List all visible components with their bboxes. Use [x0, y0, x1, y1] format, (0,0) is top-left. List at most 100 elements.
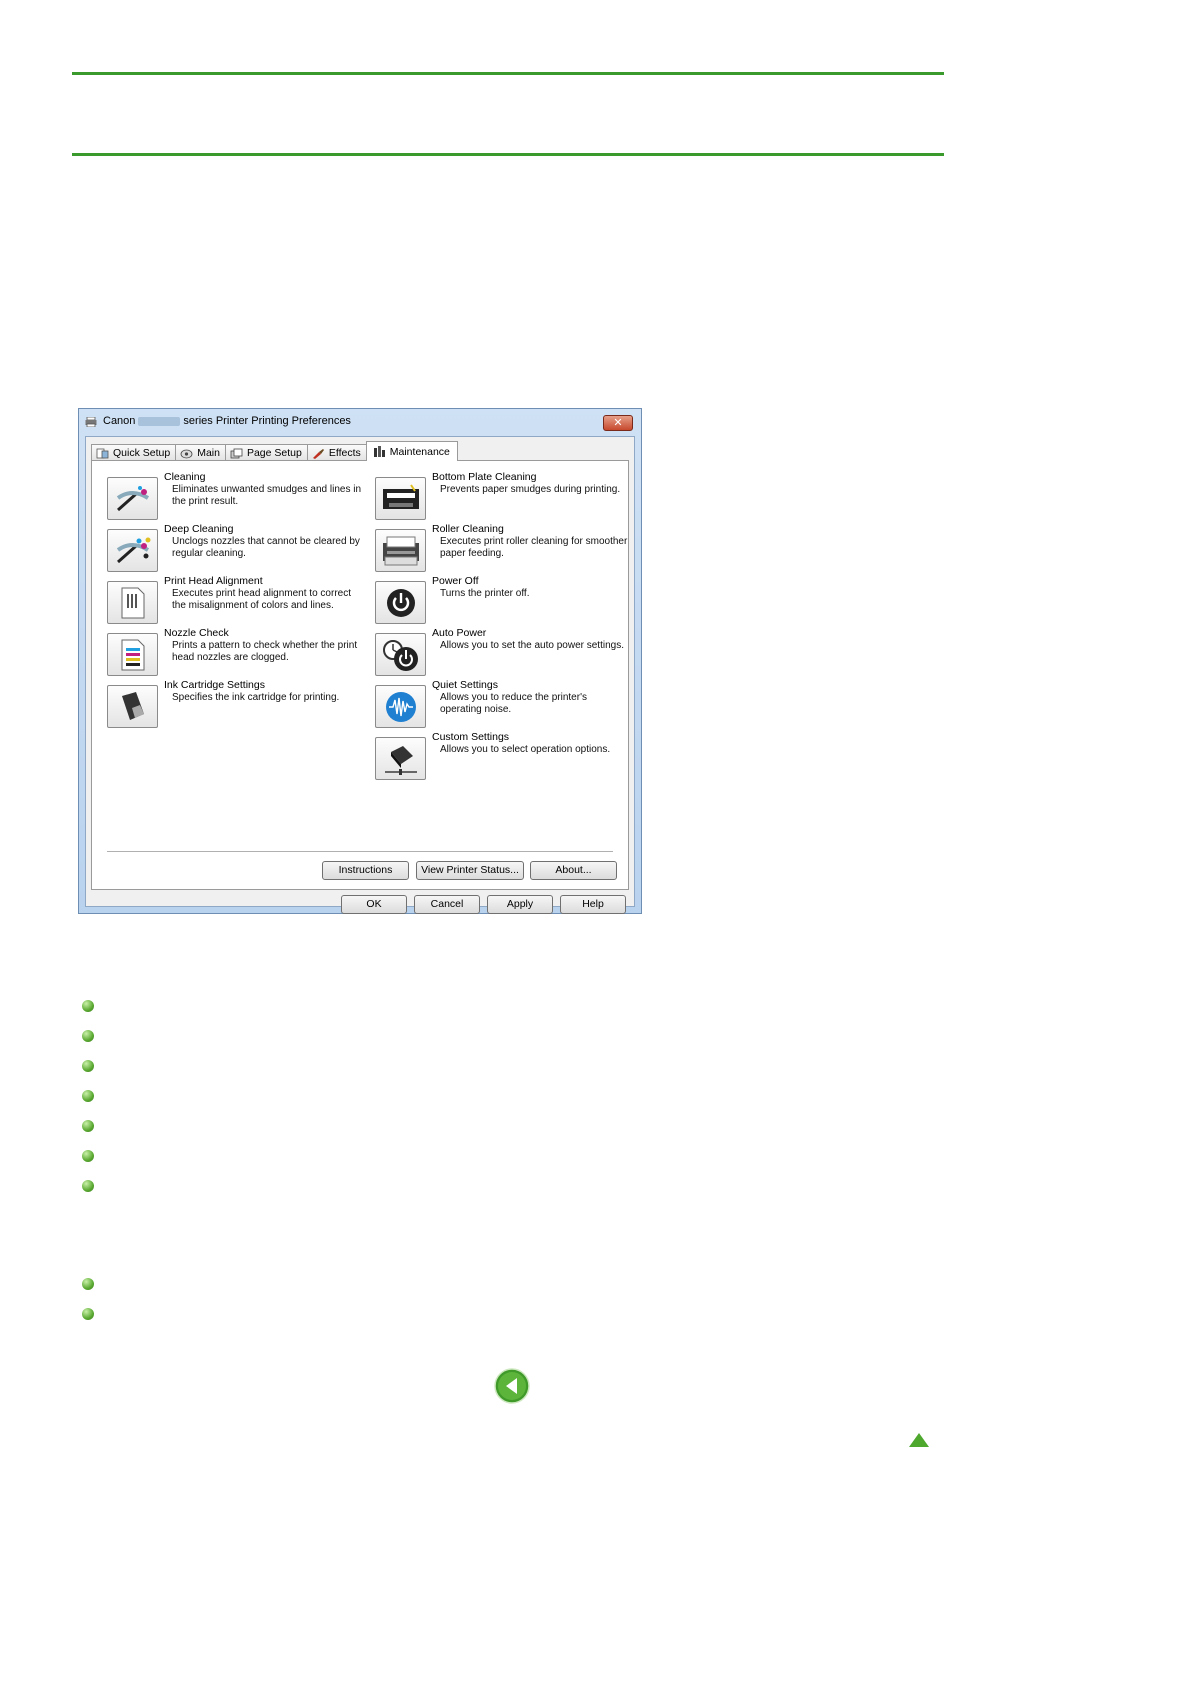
quiet-settings-button[interactable]	[375, 685, 426, 728]
tab-page-setup[interactable]: Page Setup	[224, 444, 308, 461]
quiet-settings-item: Quiet Settings Allows you to reduce the …	[375, 679, 625, 728]
item-title: Bottom Plate Cleaning	[432, 471, 537, 483]
cleaning-icon	[116, 485, 149, 511]
roller-cleaning-item: Roller Cleaning Executes print roller cl…	[375, 523, 627, 572]
quiet-settings-icon	[385, 691, 416, 722]
title-suffix: series Printer Printing Preferences	[183, 415, 351, 427]
item-title: Cleaning	[164, 471, 206, 483]
deep-cleaning-item: Deep Cleaning Unclogs nozzles that canno…	[107, 523, 360, 572]
auto-power-icon	[382, 639, 418, 671]
item-description: Prevents paper smudges during printing.	[440, 484, 621, 495]
apply-button[interactable]: Apply	[487, 895, 553, 914]
bullet-icon	[82, 1030, 94, 1042]
cleaning-item: Cleaning Eliminates unwanted smudges and…	[107, 471, 361, 520]
tab-label: Effects	[328, 447, 361, 459]
tab-maintenance[interactable]: Maintenance	[365, 441, 458, 461]
item-description: Allows you to reduce the printer's opera…	[440, 692, 587, 715]
printer-icon	[85, 417, 97, 427]
item-description: Specifies the ink cartridge for printing…	[172, 692, 340, 703]
bullet-icon	[82, 1120, 94, 1132]
main-icon	[180, 449, 193, 458]
nozzle-check-icon	[121, 639, 144, 670]
tab-label: Quick Setup	[113, 447, 171, 459]
bullet-icon	[82, 1090, 94, 1102]
page-top-icon[interactable]	[908, 1432, 930, 1448]
view-printer-status-button[interactable]: View Printer Status...	[416, 861, 524, 880]
power-off-icon	[386, 588, 415, 617]
tab-label: Main	[197, 447, 220, 459]
tab-label: Maintenance	[389, 445, 450, 458]
header-rule-bottom	[72, 153, 944, 156]
item-description: Allows you to set the auto power setting…	[440, 640, 624, 651]
power-off-item: Power Off Turns the printer off.	[375, 575, 625, 624]
model-name-redacted	[138, 416, 181, 426]
maintenance-icon	[373, 446, 385, 457]
back-arrow-icon[interactable]	[494, 1368, 530, 1404]
deep-cleaning-icon	[116, 537, 150, 563]
item-title: Custom Settings	[432, 731, 510, 743]
auto-power-item: Auto Power Allows you to set the auto po…	[375, 627, 625, 676]
bullet-icon	[82, 1060, 94, 1072]
custom-settings-item: Custom Settings Allows you to select ope…	[375, 731, 625, 780]
ink-cartridge-settings-item: Ink Cartridge Settings Specifies the ink…	[107, 679, 357, 728]
panel-separator	[107, 851, 613, 852]
effects-icon	[312, 448, 324, 459]
page-setup-icon	[230, 448, 243, 458]
bullet-icon	[82, 1150, 94, 1162]
dialog-title: Canon series Printer Printing Preferences	[103, 415, 351, 427]
print-head-alignment-item: Print Head Alignment Executes print head…	[107, 575, 357, 624]
item-title: Ink Cartridge Settings	[164, 679, 265, 691]
bottom-plate-cleaning-item: Bottom Plate Cleaning Prevents paper smu…	[375, 471, 625, 520]
power-off-button[interactable]	[375, 581, 426, 624]
roller-cleaning-button[interactable]	[375, 529, 426, 572]
about-button[interactable]: About...	[530, 861, 617, 880]
custom-settings-button[interactable]	[375, 737, 426, 780]
nozzle-check-button[interactable]	[107, 633, 158, 676]
quick-setup-icon	[96, 448, 109, 458]
cancel-button[interactable]: Cancel	[414, 895, 480, 914]
item-title: Print Head Alignment	[164, 575, 263, 587]
roller-cleaning-icon	[382, 536, 419, 565]
auto-power-button[interactable]	[375, 633, 426, 676]
close-button[interactable]: ✕	[603, 415, 633, 431]
maintenance-panel: Cleaning Eliminates unwanted smudges and…	[91, 460, 629, 890]
item-description: Prints a pattern to check whether the pr…	[172, 640, 358, 663]
item-description: Allows you to select operation options.	[440, 744, 611, 755]
title-prefix: Canon	[103, 415, 136, 427]
header-rule-top	[72, 72, 944, 75]
tab-label: Page Setup	[246, 447, 302, 459]
bullet-icon	[82, 1278, 94, 1290]
tab-quick-setup[interactable]: Quick Setup	[91, 444, 177, 461]
deep-cleaning-button[interactable]	[107, 529, 158, 572]
item-title: Roller Cleaning	[432, 523, 504, 535]
item-title: Quiet Settings	[432, 679, 498, 691]
item-description: Eliminates unwanted smudges and lines in…	[172, 484, 361, 507]
tab-strip: Quick Setup Main Page Setup Effects Main…	[91, 441, 458, 461]
printing-preferences-dialog: Canon series Printer Printing Preferences…	[78, 408, 642, 914]
ink-cartridge-icon	[121, 691, 144, 720]
bullet-icon	[82, 1180, 94, 1192]
custom-settings-icon	[384, 745, 417, 775]
ink-cartridge-settings-button[interactable]	[107, 685, 158, 728]
item-title: Nozzle Check	[164, 627, 229, 639]
print-head-alignment-button[interactable]	[107, 581, 158, 624]
bottom-plate-cleaning-button[interactable]	[375, 477, 426, 520]
nozzle-check-item: Nozzle Check Prints a pattern to check w…	[107, 627, 357, 676]
dialog-client: Quick Setup Main Page Setup Effects Main…	[85, 436, 635, 914]
cleaning-button[interactable]	[107, 477, 158, 520]
ok-button[interactable]: OK	[341, 895, 407, 914]
item-description: Turns the printer off.	[440, 588, 530, 599]
bottom-plate-cleaning-icon	[382, 483, 419, 509]
bullet-icon	[82, 1000, 94, 1012]
item-title: Deep Cleaning	[164, 523, 234, 535]
tab-effects[interactable]: Effects	[306, 444, 367, 461]
bullet-icon	[82, 1308, 94, 1320]
item-description: Unclogs nozzles that cannot be cleared b…	[172, 536, 360, 559]
help-button[interactable]: Help	[560, 895, 626, 914]
item-description: Executes print head alignment to correct…	[172, 588, 351, 611]
item-title: Auto Power	[432, 627, 487, 639]
tab-main[interactable]: Main	[175, 444, 226, 461]
print-head-alignment-icon	[121, 587, 144, 618]
instructions-button[interactable]: Instructions	[322, 861, 409, 880]
item-title: Power Off	[432, 575, 479, 587]
